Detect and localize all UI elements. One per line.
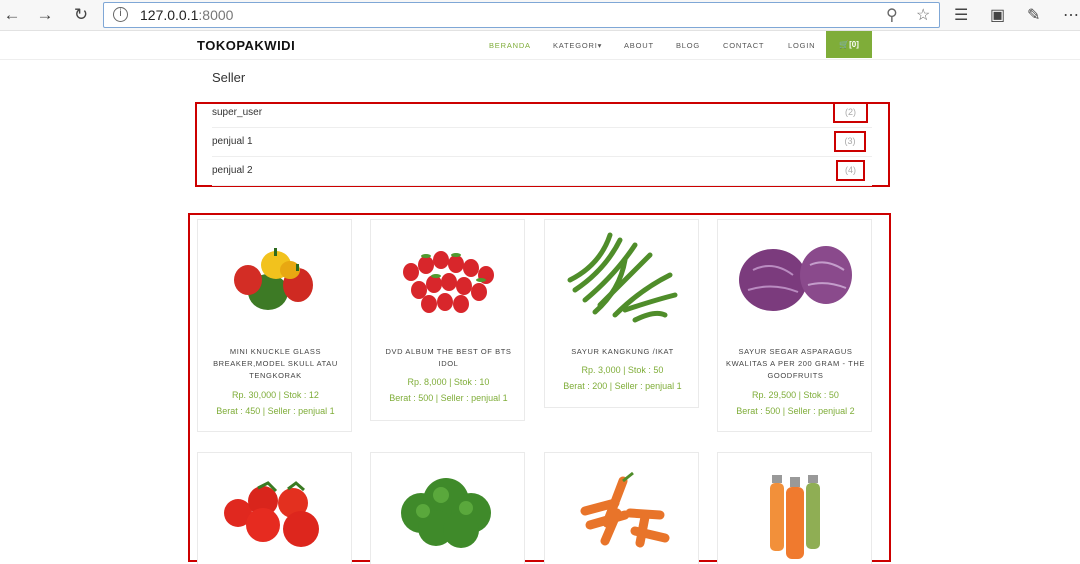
address-bar[interactable]: i 127.0.0.1:8000 ⚲ ☆ <box>103 2 940 28</box>
product-card[interactable] <box>544 452 699 564</box>
seller-count: (2) <box>833 102 868 123</box>
broccoli-image <box>401 478 491 548</box>
menu-kategori[interactable]: KATEGORI▾ <box>553 41 602 50</box>
product-detail: Berat : 500 | Seller : penjual 2 <box>736 406 855 416</box>
seller-row[interactable]: super_user (2) <box>212 99 872 128</box>
product-detail: Berat : 200 | Seller : penjual 1 <box>563 381 682 391</box>
product-name[interactable]: SAYUR SEGAR ASPARAGUS KWALITAS A PER 200… <box>726 346 865 382</box>
arrow-left-icon[interactable]: ← <box>0 4 24 26</box>
site-header: TOKOPAKWIDI BERANDA KATEGORI▾ ABOUT BLOG… <box>0 31 1080 60</box>
more-icon[interactable]: ⋯ <box>1063 5 1079 25</box>
product-detail: Berat : 500 | Seller : penjual 1 <box>389 393 508 403</box>
product-price: Rp. 30,000 | Stok : 12 <box>232 390 319 400</box>
seller-count: (3) <box>834 131 866 152</box>
seller-name[interactable]: super_user <box>212 107 262 118</box>
strawberries-image <box>403 251 494 313</box>
cart-button[interactable]: 🛒[0] <box>826 31 872 58</box>
green-beans-image <box>567 232 678 323</box>
tomatoes-image <box>224 481 319 547</box>
url-text: 127.0.0.1:8000 <box>140 7 234 23</box>
menu-blog[interactable]: BLOG <box>676 41 700 50</box>
cart-icon: 🛒 <box>839 40 850 49</box>
collections-icon[interactable]: ▣ <box>990 5 1005 25</box>
product-card[interactable]: DVD ALBUM THE BEST OF BTS IDOL Rp. 8,000… <box>370 219 525 421</box>
zoom-icon[interactable]: ⚲ <box>886 5 898 25</box>
menu-contact[interactable]: CONTACT <box>723 41 764 50</box>
seller-count: (4) <box>836 160 865 181</box>
product-price: Rp. 3,000 | Stok : 50 <box>581 365 664 375</box>
profile-icon[interactable]: ✎ <box>1027 5 1040 25</box>
product-card[interactable] <box>717 452 872 564</box>
product-card[interactable]: SAYUR SEGAR ASPARAGUS KWALITAS A PER 200… <box>717 219 872 432</box>
product-price: Rp. 29,500 | Stok : 50 <box>752 390 839 400</box>
product-card[interactable]: SAYUR KANGKUNG /IKAT Rp. 3,000 | Stok : … <box>544 219 699 408</box>
seller-heading: Seller <box>212 70 246 85</box>
product-name[interactable]: MINI KNUCKLE GLASS BREAKER,MODEL SKULL A… <box>206 346 345 382</box>
info-icon[interactable]: i <box>113 7 128 22</box>
product-card[interactable] <box>370 452 525 564</box>
product-name[interactable]: DVD ALBUM THE BEST OF BTS IDOL <box>379 346 518 370</box>
browser-toolbar: ← → ↻ i 127.0.0.1:8000 ⚲ ☆ ☰ ▣ ✎ ⋯ <box>0 0 1080 31</box>
menu-login[interactable]: LOGIN <box>788 41 815 50</box>
product-card[interactable] <box>197 452 352 564</box>
caret-down-icon: ▾ <box>597 41 603 50</box>
seller-row[interactable]: penjual 1 (3) <box>212 128 872 157</box>
product-name[interactable]: SAYUR KANGKUNG /IKAT <box>553 346 692 358</box>
menu-about[interactable]: ABOUT <box>624 41 654 50</box>
carrots-image <box>580 471 670 548</box>
menu-beranda[interactable]: BERANDA <box>489 41 531 50</box>
red-cabbage-image <box>739 246 852 311</box>
refresh-icon[interactable]: ↻ <box>69 4 93 26</box>
favorites-icon[interactable]: ☰ <box>954 5 968 25</box>
arrow-right-icon[interactable]: → <box>33 4 57 26</box>
product-detail: Berat : 450 | Seller : penjual 1 <box>216 406 335 416</box>
product-price: Rp. 8,000 | Stok : 10 <box>407 377 490 387</box>
bell-peppers-image <box>234 248 313 310</box>
seller-row[interactable]: penjual 2 (4) <box>212 157 872 186</box>
star-icon[interactable]: ☆ <box>916 5 930 25</box>
seller-name[interactable]: penjual 1 <box>212 136 253 147</box>
seller-name[interactable]: penjual 2 <box>212 165 253 176</box>
juice-bottles-image <box>770 475 820 559</box>
product-card[interactable]: MINI KNUCKLE GLASS BREAKER,MODEL SKULL A… <box>197 219 352 432</box>
site-logo[interactable]: TOKOPAKWIDI <box>197 38 295 53</box>
